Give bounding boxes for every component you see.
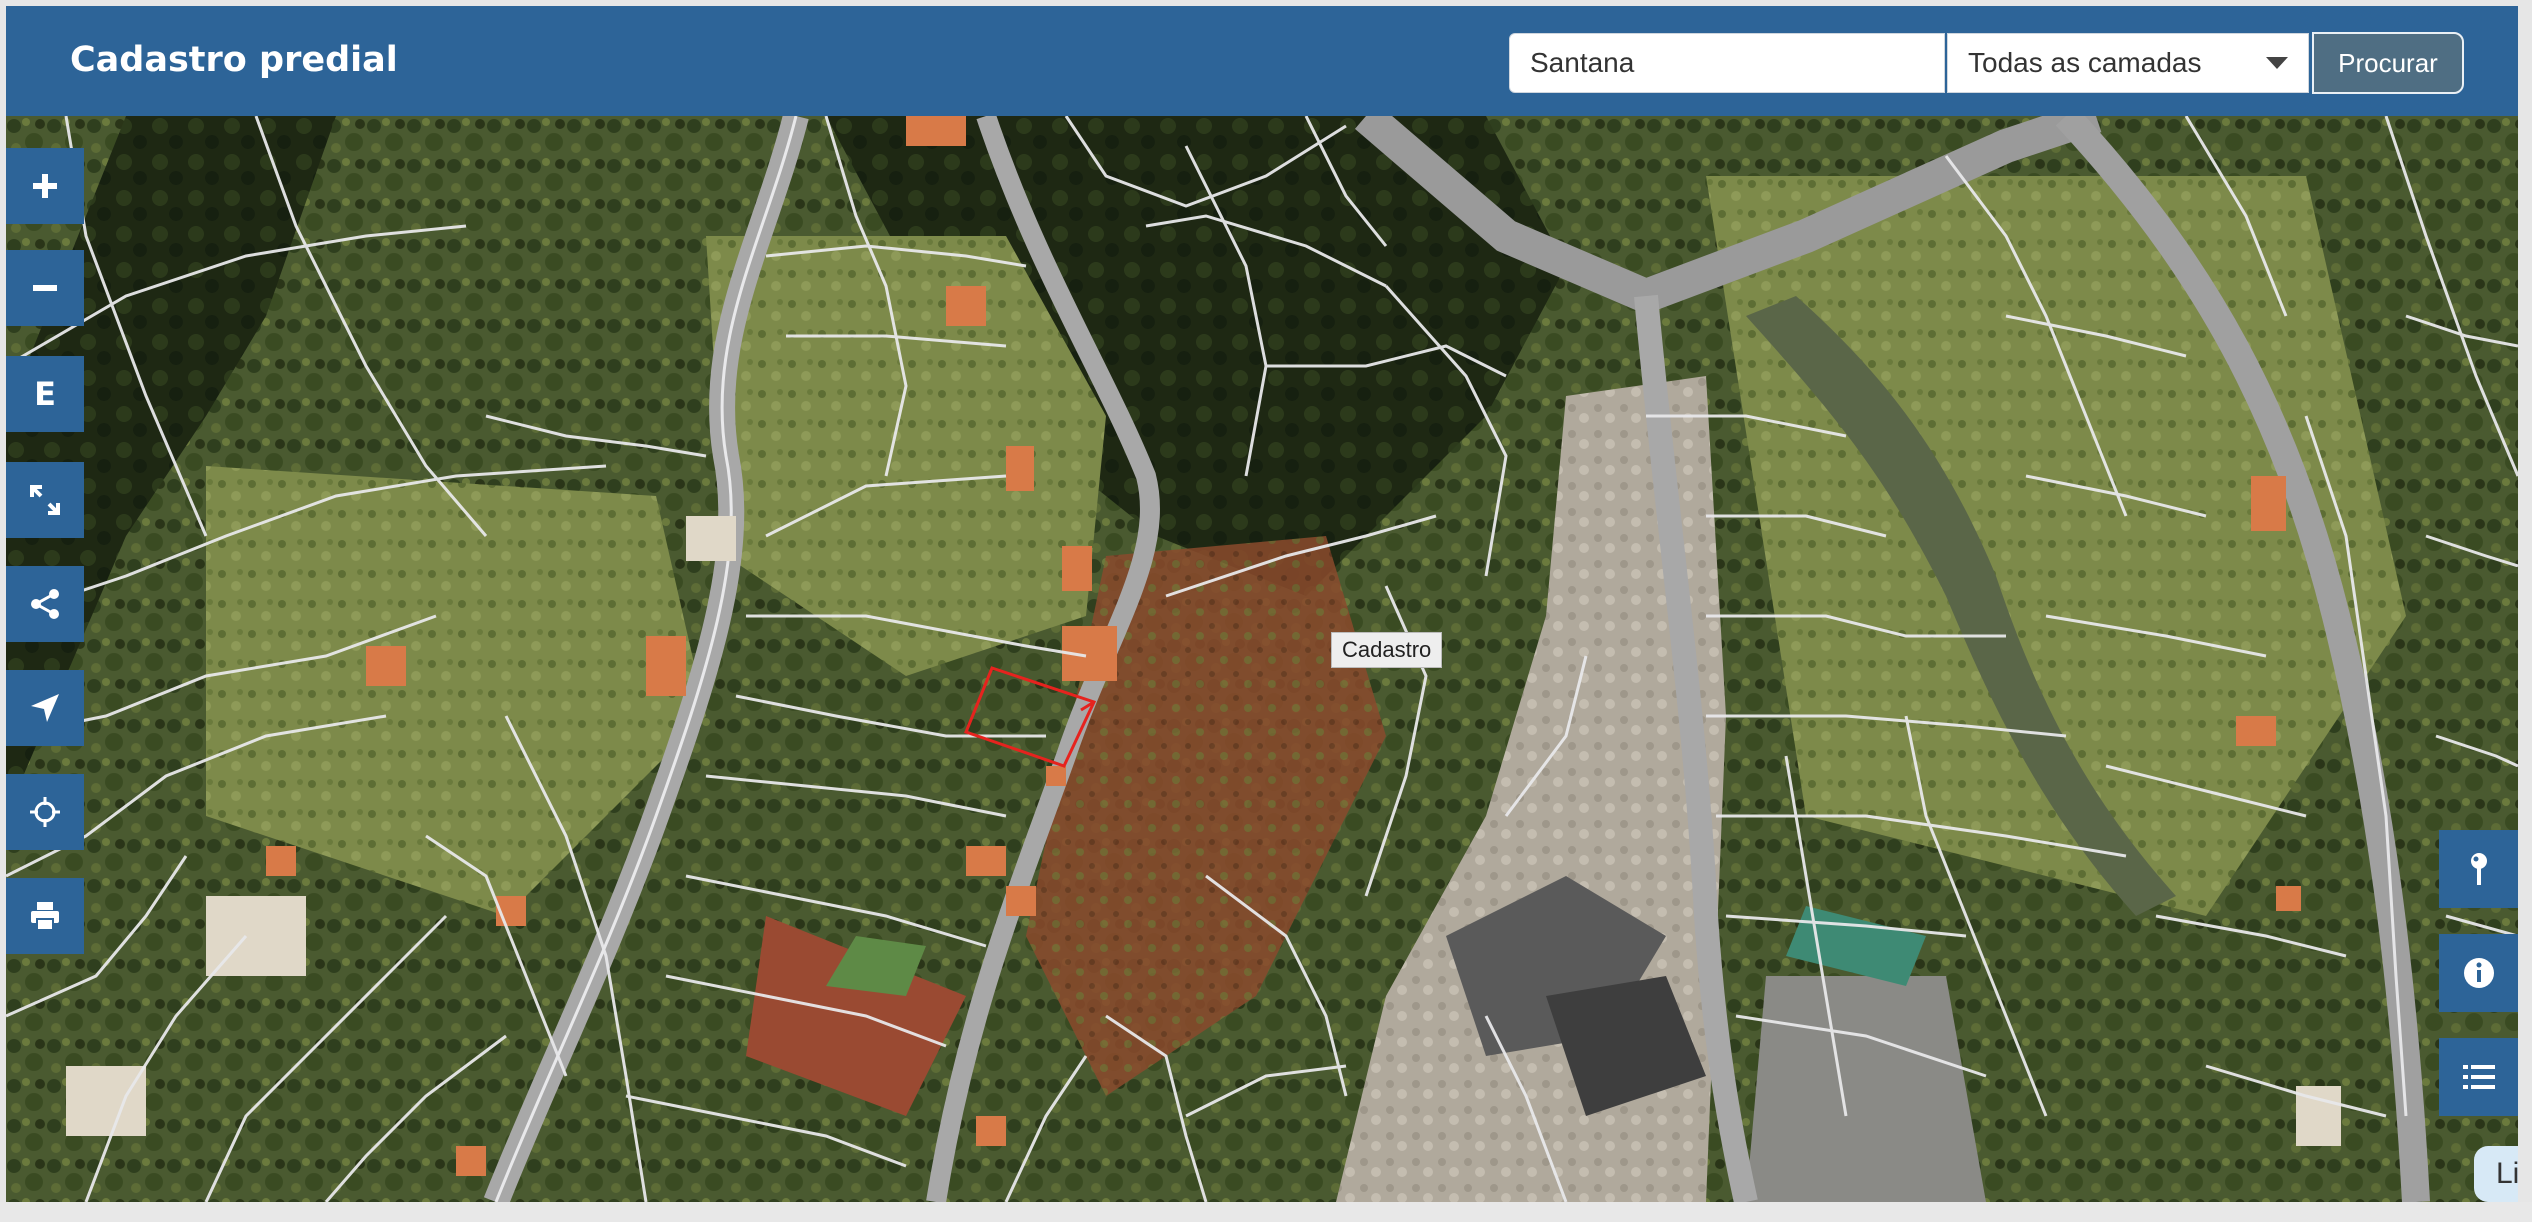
share-icon [31, 589, 59, 619]
print-button[interactable] [6, 878, 84, 954]
plus-icon [33, 174, 57, 198]
pin-button[interactable] [2439, 830, 2518, 908]
location-arrow-icon [31, 694, 59, 722]
bottom-strip [0, 1202, 2532, 1222]
top-header: Cadastro predial Todas as camadas Procur… [6, 6, 2518, 116]
fullscreen-button[interactable] [6, 462, 84, 538]
zoom-out-button[interactable] [6, 250, 84, 326]
list-icon [2462, 1065, 2495, 1089]
info-icon [2463, 958, 2494, 988]
layer-select[interactable]: Todas as camadas [1947, 33, 2309, 93]
print-icon [31, 902, 59, 931]
extent-button[interactable]: E [6, 356, 84, 432]
search-input[interactable] [1509, 33, 1945, 93]
search-button[interactable]: Procurar [2312, 32, 2464, 94]
layers-list-button[interactable] [2439, 1038, 2518, 1116]
info-button[interactable] [2439, 934, 2518, 1012]
app-frame: Cadastro predial Todas as camadas Procur… [6, 6, 2518, 1202]
locate-button[interactable] [6, 670, 84, 746]
zoom-in-button[interactable] [6, 148, 84, 224]
aerial-map [6, 116, 2518, 1202]
crosshair-icon [30, 797, 60, 827]
chevron-down-icon [2266, 57, 2288, 69]
map-feature-label: Cadastro [1331, 632, 1443, 668]
extent-letter: E [34, 375, 56, 413]
legend-tab[interactable]: Lix [2474, 1146, 2518, 1202]
share-button[interactable] [6, 566, 84, 642]
expand-icon [30, 485, 60, 515]
map-canvas[interactable] [6, 116, 2518, 1202]
layer-select-value: Todas as camadas [1968, 47, 2202, 78]
page-title: Cadastro predial [70, 40, 398, 80]
map-pin-icon [2470, 853, 2487, 885]
minus-icon [33, 285, 57, 291]
crosshair-button[interactable] [6, 774, 84, 850]
